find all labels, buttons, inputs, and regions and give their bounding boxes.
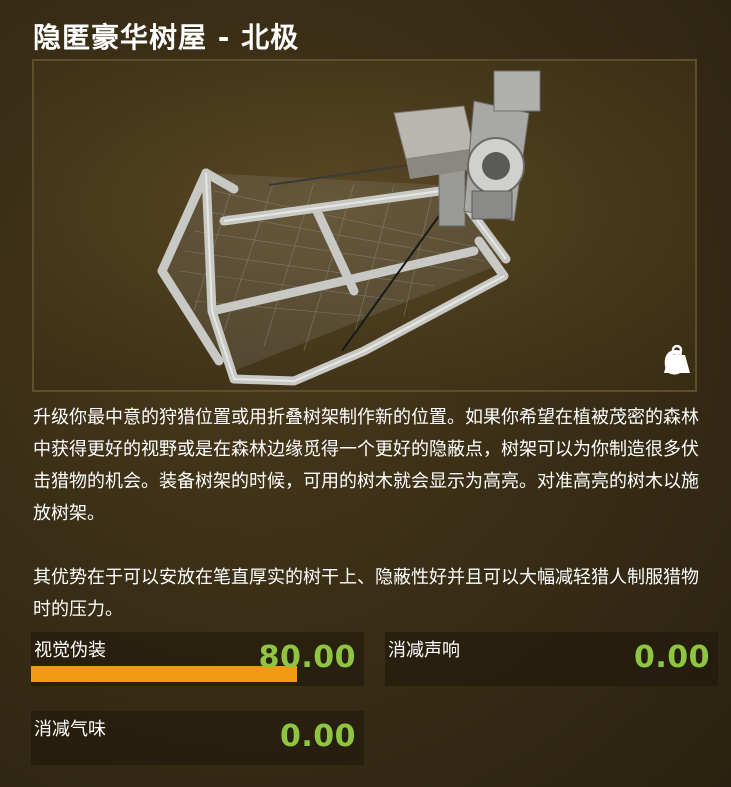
stat-label: 视觉伪装 [34, 640, 106, 661]
tree-stand-image [157, 70, 541, 386]
stat-visibility: 视觉伪装 80.00 [31, 632, 364, 686]
visibility-bar [31, 666, 298, 682]
stat-value: 0.00 [279, 719, 356, 754]
item-description: 升级你最中意的狩猎位置或用折叠树架制作新的位置。如果你希望在植被茂密的森林中获得… [33, 402, 703, 658]
description-paragraph: 升级你最中意的狩猎位置或用折叠树架制作新的位置。如果你希望在植被茂密的森林中获得… [33, 407, 699, 524]
stat-value: 0.00 [633, 640, 710, 675]
stat-label: 消减声响 [388, 640, 460, 661]
item-preview: 6 [32, 59, 697, 392]
item-title: 隐匿豪华树屋 - 北极 [33, 21, 300, 54]
weight-icon [663, 344, 690, 373]
description-paragraph: 其优势在于可以安放在笔直厚实的树干上、隐蔽性好并且可以大幅减轻猎人制服猎物时的压… [33, 567, 699, 620]
stat-label: 消减气味 [34, 719, 106, 740]
weight-indicator: 6 [663, 344, 690, 382]
stat-value: 80.00 [258, 640, 356, 675]
stat-noise: 消减声响 0.00 [385, 632, 718, 686]
stat-scent: 消减气味 0.00 [31, 711, 364, 765]
